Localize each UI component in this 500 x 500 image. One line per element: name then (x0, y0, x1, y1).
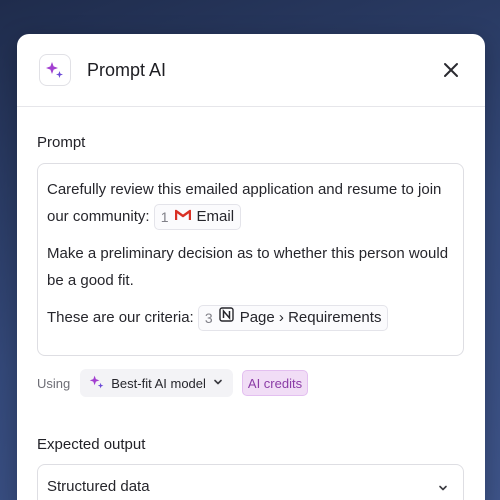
prompt-paragraph-1: Carefully review this emailed applicatio… (47, 176, 454, 231)
prompt-label: Prompt (37, 134, 86, 151)
page-chip-label: Page › Requirements (239, 309, 382, 327)
sparkle-icon (39, 54, 71, 86)
prompt-line1-text: Carefully review this emailed applicatio… (47, 181, 442, 225)
close-icon[interactable] (441, 60, 461, 80)
dialog-header: Prompt AI (17, 34, 485, 107)
model-select-button[interactable]: Best-fit AI model (80, 369, 233, 397)
email-chip-label: Email (196, 208, 235, 226)
prompt-line3-text: These are our criteria: (47, 309, 194, 327)
using-label: Using (37, 375, 71, 391)
model-label: Best-fit AI model (111, 375, 206, 391)
expected-output-select[interactable]: Structured data (37, 464, 464, 500)
email-chip-number: 1 (160, 209, 169, 226)
model-row: Using Best-fit AI model AI credits (37, 369, 309, 397)
dialog-title: Prompt AI (87, 59, 167, 80)
prompt-paragraph-2: Make a preliminary decision as to whethe… (47, 245, 449, 290)
page-mention-chip[interactable]: 3 Page › Requirements (197, 305, 389, 332)
gmail-icon (174, 205, 191, 229)
chevron-down-icon (212, 376, 224, 391)
notion-icon (219, 306, 234, 330)
expected-output-value: Structured data (47, 477, 150, 495)
chevron-down-icon (437, 481, 449, 498)
prompt-editor[interactable]: Carefully review this emailed applicatio… (37, 163, 464, 356)
expected-output-label: Expected output (37, 436, 146, 453)
ai-credits-badge: AI credits (241, 370, 309, 396)
prompt-ai-dialog: Prompt AI Prompt Carefully review this e… (17, 34, 485, 500)
sparkle-icon (89, 374, 105, 393)
prompt-paragraph-3: These are our criteria: 3 Page › Require… (47, 304, 454, 332)
email-mention-chip[interactable]: 1 Email (153, 204, 242, 231)
page-chip-number: 3 (204, 310, 213, 327)
